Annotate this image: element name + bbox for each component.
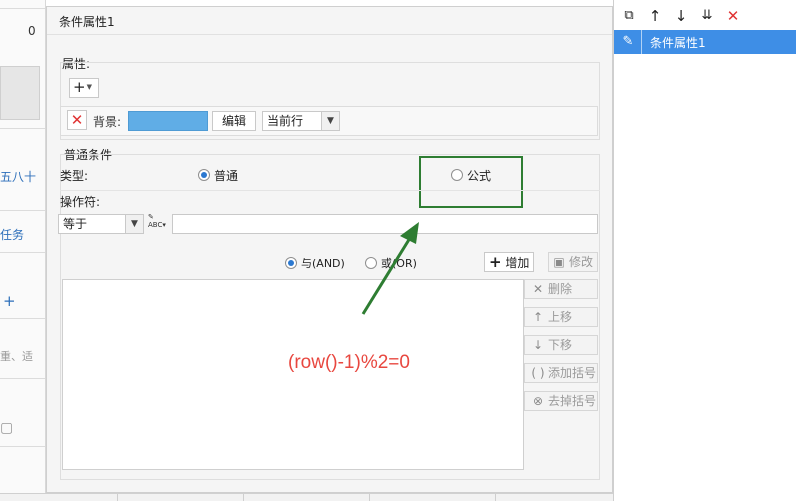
bg-bottom-bar <box>0 493 613 501</box>
close-icon: ✕ <box>532 282 544 296</box>
remove-bracket-button[interactable]: ⊗ 去掉括号 <box>524 391 598 411</box>
background-label: 背景: <box>93 115 122 129</box>
plus-icon: + <box>489 253 502 271</box>
bg-fragment: 五八十 <box>0 170 37 184</box>
chevron-down-icon: ▼ <box>86 83 92 91</box>
type-normal-radio[interactable] <box>198 169 210 181</box>
arrow-up-icon: ↑ <box>532 310 544 324</box>
separator <box>641 30 642 54</box>
logic-and-label: 与(AND) <box>301 257 345 270</box>
panel-item-selected[interactable]: ✎ 条件属性1 <box>614 30 796 54</box>
type-label: 类型: <box>60 169 89 183</box>
dialog-title: 条件属性1 <box>59 15 115 29</box>
abc-type-icon[interactable]: ✎ ABC▾ <box>148 213 170 233</box>
logic-or-radio[interactable] <box>365 257 377 269</box>
operator-label: 操作符: <box>60 195 101 209</box>
highlight-box <box>419 156 523 208</box>
delete-label: 删除 <box>548 282 573 296</box>
bg-thumbnail <box>0 66 40 120</box>
modify-icon: ▣ <box>553 255 565 269</box>
formula-annotation: (row()-1)%2=0 <box>288 352 410 373</box>
add-bracket-button[interactable]: ( ) 添加括号 <box>524 363 598 383</box>
close-icon: ✕ <box>70 111 84 129</box>
bg-fragment: 任务 <box>0 228 25 242</box>
operator-select[interactable]: 等于 ▼ <box>58 214 144 234</box>
edit-button[interactable]: 编辑 <box>212 111 256 131</box>
copy-icon[interactable]: ⧉ <box>619 5 639 27</box>
remove-bracket-icon: ⊗ <box>532 394 544 408</box>
bg-divider <box>0 252 45 253</box>
bg-fragment: 重、适 <box>0 350 33 363</box>
condition-list[interactable] <box>62 279 524 470</box>
condition-list-panel: ⧉ ↑ ↓ ⇊ ✕ ✎ 条件属性1 <box>613 0 796 501</box>
edit-pencil-icon: ✎ <box>622 34 634 49</box>
image-icon: ▢ <box>0 420 14 436</box>
bg-divider <box>0 318 45 319</box>
panel-item-label: 条件属性1 <box>650 36 706 50</box>
scope-select[interactable]: 当前行 ▼ <box>262 111 340 131</box>
move-up-label: 上移 <box>548 310 573 324</box>
bg-divider <box>0 128 45 129</box>
condition-value-input[interactable] <box>172 214 598 234</box>
plus-icon: + <box>73 78 86 96</box>
type-normal-label: 普通 <box>214 169 239 183</box>
background-color-swatch[interactable] <box>128 111 208 131</box>
modify-label: 修改 <box>569 255 594 269</box>
delete-icon[interactable]: ✕ <box>723 5 743 27</box>
operator-select-value: 等于 <box>63 217 88 231</box>
move-down-button[interactable]: ↓ 下移 <box>524 335 598 355</box>
divider <box>60 190 600 191</box>
remove-bracket-label: 去掉括号 <box>548 394 597 408</box>
bg-fragment: + <box>3 292 16 310</box>
arrow-down-icon: ↓ <box>532 338 544 352</box>
scope-select-value: 当前行 <box>267 114 304 128</box>
add-condition-button[interactable]: + 增加 <box>484 252 534 272</box>
chevron-down-icon: ▼ <box>125 215 143 233</box>
move-down-icon[interactable]: ↓ <box>671 5 691 27</box>
bg-fragment: 0 <box>28 24 36 38</box>
move-down-label: 下移 <box>548 338 573 352</box>
add-attribute-button[interactable]: +▼ <box>69 78 99 98</box>
chevron-down-icon: ▼ <box>321 112 339 130</box>
logic-and-radio[interactable] <box>285 257 297 269</box>
move-up-button[interactable]: ↑ 上移 <box>524 307 598 327</box>
add-condition-label: 增加 <box>505 256 530 270</box>
logic-or-label: 或(OR) <box>381 257 417 270</box>
remove-attribute-button[interactable]: ✕ <box>67 110 87 130</box>
background-app: 0 五八十 任务 + 重、适 ▢ <box>0 0 46 501</box>
add-bracket-label: 添加括号 <box>548 366 597 380</box>
bg-divider <box>0 378 45 379</box>
modify-condition-button[interactable]: ▣ 修改 <box>548 252 598 272</box>
delete-condition-button[interactable]: ✕ 删除 <box>524 279 598 299</box>
bg-divider <box>0 210 45 211</box>
bg-divider <box>0 8 45 9</box>
bg-divider <box>0 446 45 447</box>
bracket-icon: ( ) <box>531 366 545 380</box>
panel-toolbar: ⧉ ↑ ↓ ⇊ ✕ <box>614 5 796 27</box>
dialog-titlebar: 条件属性1 <box>47 7 612 35</box>
move-bottom-icon[interactable]: ⇊ <box>697 5 717 27</box>
move-up-icon[interactable]: ↑ <box>645 5 665 27</box>
